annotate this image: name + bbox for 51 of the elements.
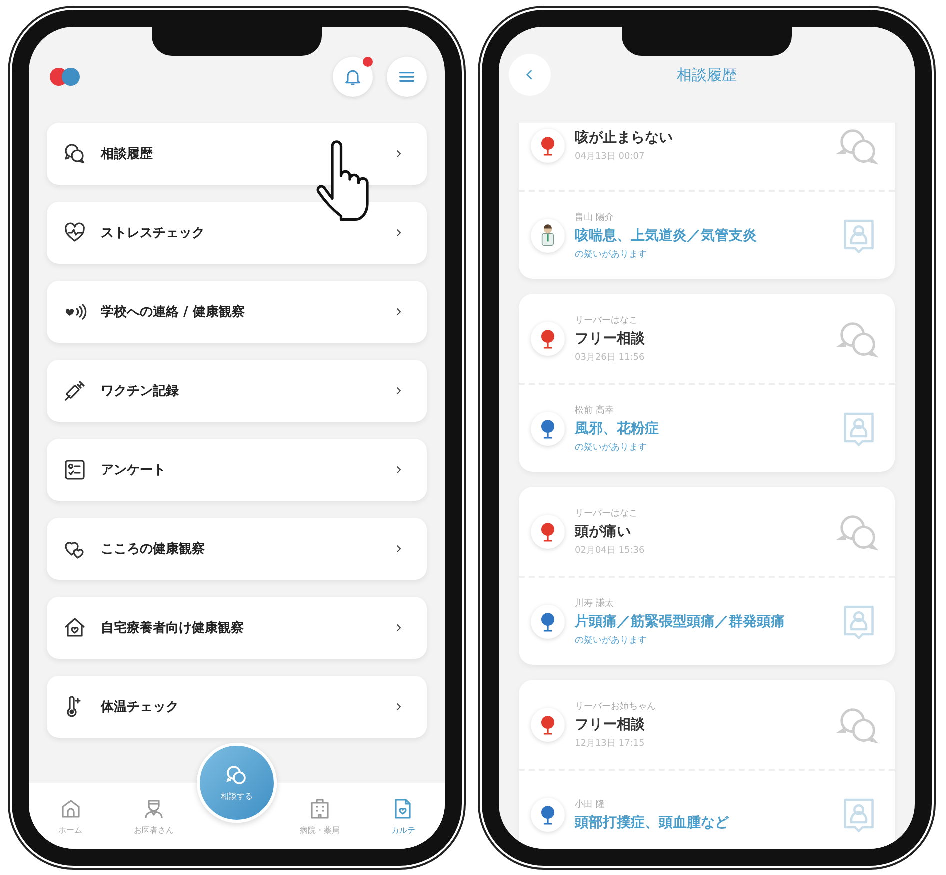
menu-item-label: 自宅療養者向け健康観察 (101, 620, 245, 637)
house-icon (63, 616, 87, 640)
menu-item-label: 学校への連絡 / 健康観察 (101, 304, 246, 321)
consultation-date: 03月26日 11:56 (575, 352, 646, 364)
heart-pulse-icon (63, 221, 87, 245)
diagnosis-note: の疑いがあります (575, 442, 648, 454)
consultation-date: 02月04日 15:36 (575, 544, 646, 556)
menu-button[interactable] (387, 57, 427, 97)
assistant-name: リーバーはなこ (575, 314, 639, 326)
menu-item[interactable]: 自宅療養者向け健康観察 (47, 597, 427, 659)
notification-button[interactable] (333, 57, 373, 97)
assistant-name: リーバーお姉ちゃん (575, 700, 657, 712)
diagnosis-text: 頭部打撲症、頭血腫など (575, 814, 730, 832)
consultation-title: フリー相談 (575, 716, 646, 734)
menu-item-label: 体温チェック (101, 699, 180, 716)
menu-item-label: 相談履歴 (101, 146, 154, 163)
logo-icon (47, 65, 83, 89)
menu-item[interactable]: ワクチン記録 (47, 360, 427, 422)
consultation-date: 12月13日 17:15 (575, 738, 646, 750)
doctor-name: 畠山 陽介 (575, 212, 615, 224)
menu-item[interactable]: アンケート (47, 439, 427, 501)
menu-item-label: ワクチン記録 (101, 383, 180, 400)
checklist-icon (63, 458, 87, 482)
menu-item-label: こころの健康観察 (101, 540, 206, 558)
screen-title: 相談履歴 (676, 66, 738, 84)
chat-bubbles-icon (63, 142, 87, 166)
assistant-name: リーバーはなこ (575, 508, 639, 520)
history-card[interactable]: リーバーお姉ちゃん フリー相談 12月13日 17:15 小田 隆 頭部打撲症、頭血腫など (519, 680, 895, 849)
history-card[interactable]: リーバーはなこ フリー相談 03月26日 11:56 松前 高幸 風邪、花粉症 の疑いがあります (519, 294, 895, 472)
menu-item-label: ストレスチェック (101, 225, 206, 242)
menu-item[interactable]: 体温チェック (47, 676, 427, 738)
diagnosis-note: の疑いがあります (575, 634, 648, 646)
menu-item[interactable]: こころの健康観察 (47, 518, 427, 580)
history-card[interactable]: リーバーはなこ 頭が痛い 02月04日 15:36 川寿 謙太 片頭痛／筋緊張型頭痛／群発頭痛 の疑いがあります (519, 487, 895, 665)
consultation-date: 04月13日 00:07 (575, 150, 646, 162)
diagnosis-note: の疑いがあります (575, 248, 648, 260)
menu-item[interactable]: ストレスチェック (47, 202, 427, 264)
consultation-title: フリー相談 (575, 330, 646, 348)
doctor-name: 小田 隆 (575, 798, 606, 810)
consultation-title: 咳が止まらない (575, 128, 674, 146)
menu-item-label: アンケート (101, 462, 167, 479)
menu-item[interactable]: 学校への連絡 / 健康観察 (47, 281, 427, 343)
syringe-icon (63, 379, 87, 403)
doctor-name: 川寿 謙太 (575, 597, 615, 610)
history-card[interactable]: 咳が止まらない 04月13日 00:07 畠山 陽介 咳喘息、上気道炎／気管支炎 の疑いがあります (519, 123, 895, 279)
diagnosis-text: 風邪、花粉症 (575, 420, 660, 438)
doctor-name: 松前 高幸 (575, 404, 615, 416)
diagnosis-text: 咳喘息、上気道炎／気管支炎 (575, 226, 758, 244)
consultation-title: 頭が痛い (575, 522, 632, 540)
diagnosis-text: 片頭痛／筋緊張型頭痛／群発頭痛 (575, 612, 786, 630)
menu-item[interactable]: 相談履歴 (47, 123, 427, 185)
